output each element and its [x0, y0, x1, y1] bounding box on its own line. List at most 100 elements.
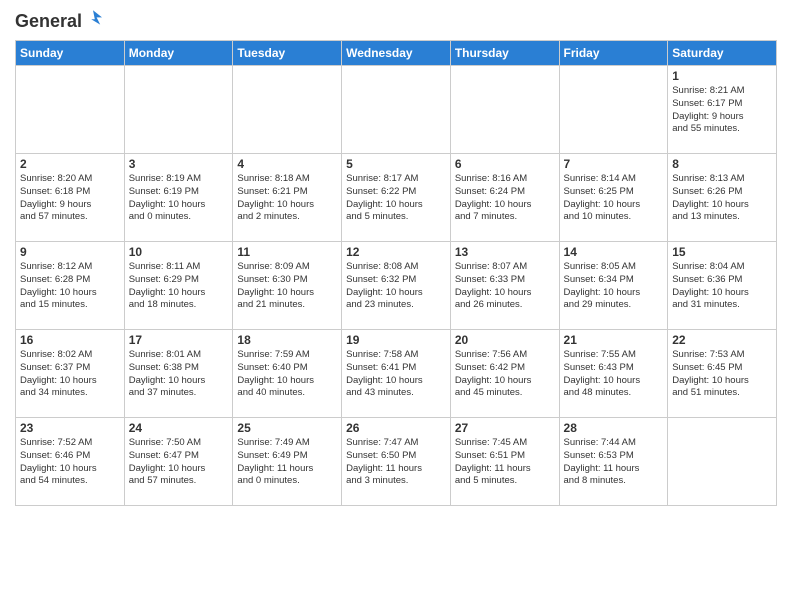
calendar-cell: [16, 66, 125, 154]
day-number: 9: [20, 245, 120, 259]
day-info: Sunrise: 7:50 AM Sunset: 6:47 PM Dayligh…: [129, 437, 229, 488]
day-info: Sunrise: 7:52 AM Sunset: 6:46 PM Dayligh…: [20, 437, 120, 488]
calendar-table: SundayMondayTuesdayWednesdayThursdayFrid…: [15, 40, 777, 506]
calendar-cell: 25 Sunrise: 7:49 AM Sunset: 6:49 PM Dayli…: [233, 418, 342, 506]
day-info: Sunrise: 8:07 AM Sunset: 6:33 PM Dayligh…: [455, 261, 555, 312]
calendar-cell: 1 Sunrise: 8:21 AM Sunset: 6:17 PM Daylig…: [668, 66, 777, 154]
day-info: Sunrise: 8:14 AM Sunset: 6:25 PM Dayligh…: [564, 173, 664, 224]
day-number: 22: [672, 333, 772, 347]
weekday-saturday: Saturday: [668, 41, 777, 66]
day-info: Sunrise: 8:18 AM Sunset: 6:21 PM Dayligh…: [237, 173, 337, 224]
day-info: Sunrise: 8:19 AM Sunset: 6:19 PM Dayligh…: [129, 173, 229, 224]
day-info: Sunrise: 8:13 AM Sunset: 6:26 PM Dayligh…: [672, 173, 772, 224]
calendar-cell: 22 Sunrise: 7:53 AM Sunset: 6:45 PM Dayli…: [668, 330, 777, 418]
calendar-cell: 7 Sunrise: 8:14 AM Sunset: 6:25 PM Daylig…: [559, 154, 668, 242]
day-number: 23: [20, 421, 120, 435]
weekday-header-row: SundayMondayTuesdayWednesdayThursdayFrid…: [16, 41, 777, 66]
day-number: 6: [455, 157, 555, 171]
day-number: 8: [672, 157, 772, 171]
calendar-cell: 23 Sunrise: 7:52 AM Sunset: 6:46 PM Dayli…: [16, 418, 125, 506]
day-number: 16: [20, 333, 120, 347]
weekday-thursday: Thursday: [450, 41, 559, 66]
day-number: 3: [129, 157, 229, 171]
calendar-cell: 3 Sunrise: 8:19 AM Sunset: 6:19 PM Daylig…: [124, 154, 233, 242]
calendar-cell: 27Sunrise: 7:45 AM Sunset: 6:51 PM Dayli…: [450, 418, 559, 506]
day-number: 14: [564, 245, 664, 259]
day-number: 17: [129, 333, 229, 347]
day-number: 21: [564, 333, 664, 347]
day-info: Sunrise: 7:53 AM Sunset: 6:45 PM Dayligh…: [672, 349, 772, 400]
calendar-week-4: 16 Sunrise: 8:02 AM Sunset: 6:37 PM Dayli…: [16, 330, 777, 418]
weekday-tuesday: Tuesday: [233, 41, 342, 66]
header: General: [15, 10, 777, 32]
calendar-cell: [124, 66, 233, 154]
day-number: 15: [672, 245, 772, 259]
calendar-cell: 21 Sunrise: 7:55 AM Sunset: 6:43 PM Dayli…: [559, 330, 668, 418]
day-info: Sunrise: 8:08 AM Sunset: 6:32 PM Dayligh…: [346, 261, 446, 312]
weekday-friday: Friday: [559, 41, 668, 66]
calendar-cell: 2Sunrise: 8:20 AM Sunset: 6:18 PM Daylig…: [16, 154, 125, 242]
day-info: Sunrise: 8:01 AM Sunset: 6:38 PM Dayligh…: [129, 349, 229, 400]
calendar-cell: [233, 66, 342, 154]
day-info: Sunrise: 8:04 AM Sunset: 6:36 PM Dayligh…: [672, 261, 772, 312]
calendar-cell: [559, 66, 668, 154]
weekday-monday: Monday: [124, 41, 233, 66]
day-number: 1: [672, 69, 772, 83]
day-number: 25: [237, 421, 337, 435]
calendar-cell: 28Sunrise: 7:44 AM Sunset: 6:53 PM Dayli…: [559, 418, 668, 506]
calendar-cell: 4 Sunrise: 8:18 AM Sunset: 6:21 PM Daylig…: [233, 154, 342, 242]
day-number: 2: [20, 157, 120, 171]
calendar-cell: 16 Sunrise: 8:02 AM Sunset: 6:37 PM Dayli…: [16, 330, 125, 418]
calendar-cell: 9 Sunrise: 8:12 AM Sunset: 6:28 PM Daylig…: [16, 242, 125, 330]
calendar-cell: 18 Sunrise: 7:59 AM Sunset: 6:40 PM Dayli…: [233, 330, 342, 418]
day-number: 12: [346, 245, 446, 259]
calendar-cell: 6Sunrise: 8:16 AM Sunset: 6:24 PM Daylig…: [450, 154, 559, 242]
day-number: 18: [237, 333, 337, 347]
calendar-week-5: 23 Sunrise: 7:52 AM Sunset: 6:46 PM Dayli…: [16, 418, 777, 506]
day-number: 7: [564, 157, 664, 171]
day-number: 11: [237, 245, 337, 259]
calendar-cell: 11 Sunrise: 8:09 AM Sunset: 6:30 PM Dayli…: [233, 242, 342, 330]
day-info: Sunrise: 7:49 AM Sunset: 6:49 PM Dayligh…: [237, 437, 337, 488]
day-info: Sunrise: 7:59 AM Sunset: 6:40 PM Dayligh…: [237, 349, 337, 400]
calendar-cell: 26 Sunrise: 7:47 AM Sunset: 6:50 PM Dayli…: [342, 418, 451, 506]
day-info: Sunrise: 7:58 AM Sunset: 6:41 PM Dayligh…: [346, 349, 446, 400]
logo-bird-icon: [84, 10, 102, 32]
day-info: Sunrise: 7:44 AM Sunset: 6:53 PM Dayligh…: [564, 437, 664, 488]
day-info: Sunrise: 8:12 AM Sunset: 6:28 PM Dayligh…: [20, 261, 120, 312]
calendar-cell: 14 Sunrise: 8:05 AM Sunset: 6:34 PM Dayli…: [559, 242, 668, 330]
calendar-cell: 10 Sunrise: 8:11 AM Sunset: 6:29 PM Dayli…: [124, 242, 233, 330]
calendar-cell: [342, 66, 451, 154]
calendar-cell: 8 Sunrise: 8:13 AM Sunset: 6:26 PM Daylig…: [668, 154, 777, 242]
calendar-cell: 24 Sunrise: 7:50 AM Sunset: 6:47 PM Dayli…: [124, 418, 233, 506]
day-number: 19: [346, 333, 446, 347]
calendar-cell: 5 Sunrise: 8:17 AM Sunset: 6:22 PM Daylig…: [342, 154, 451, 242]
day-number: 13: [455, 245, 555, 259]
day-info: Sunrise: 8:11 AM Sunset: 6:29 PM Dayligh…: [129, 261, 229, 312]
calendar-cell: 19 Sunrise: 7:58 AM Sunset: 6:41 PM Dayli…: [342, 330, 451, 418]
weekday-wednesday: Wednesday: [342, 41, 451, 66]
calendar-cell: 20Sunrise: 7:56 AM Sunset: 6:42 PM Dayli…: [450, 330, 559, 418]
day-number: 4: [237, 157, 337, 171]
calendar-cell: 15 Sunrise: 8:04 AM Sunset: 6:36 PM Dayli…: [668, 242, 777, 330]
calendar-cell: 13 Sunrise: 8:07 AM Sunset: 6:33 PM Dayli…: [450, 242, 559, 330]
day-info: Sunrise: 8:21 AM Sunset: 6:17 PM Dayligh…: [672, 85, 772, 136]
day-number: 5: [346, 157, 446, 171]
day-info: Sunrise: 7:47 AM Sunset: 6:50 PM Dayligh…: [346, 437, 446, 488]
day-info: Sunrise: 8:17 AM Sunset: 6:22 PM Dayligh…: [346, 173, 446, 224]
calendar-week-2: 2Sunrise: 8:20 AM Sunset: 6:18 PM Daylig…: [16, 154, 777, 242]
day-info: Sunrise: 8:05 AM Sunset: 6:34 PM Dayligh…: [564, 261, 664, 312]
day-info: Sunrise: 7:55 AM Sunset: 6:43 PM Dayligh…: [564, 349, 664, 400]
day-info: Sunrise: 8:02 AM Sunset: 6:37 PM Dayligh…: [20, 349, 120, 400]
day-number: 24: [129, 421, 229, 435]
logo: General: [15, 10, 100, 32]
day-info: Sunrise: 8:09 AM Sunset: 6:30 PM Dayligh…: [237, 261, 337, 312]
day-number: 20: [455, 333, 555, 347]
page-container: General SundayMondayTuesdayWednesdayThur…: [0, 0, 792, 612]
day-number: 26: [346, 421, 446, 435]
calendar-cell: 12 Sunrise: 8:08 AM Sunset: 6:32 PM Dayli…: [342, 242, 451, 330]
calendar-week-1: 1 Sunrise: 8:21 AM Sunset: 6:17 PM Daylig…: [16, 66, 777, 154]
logo-general: General: [15, 11, 82, 32]
day-number: 10: [129, 245, 229, 259]
calendar-week-3: 9 Sunrise: 8:12 AM Sunset: 6:28 PM Daylig…: [16, 242, 777, 330]
